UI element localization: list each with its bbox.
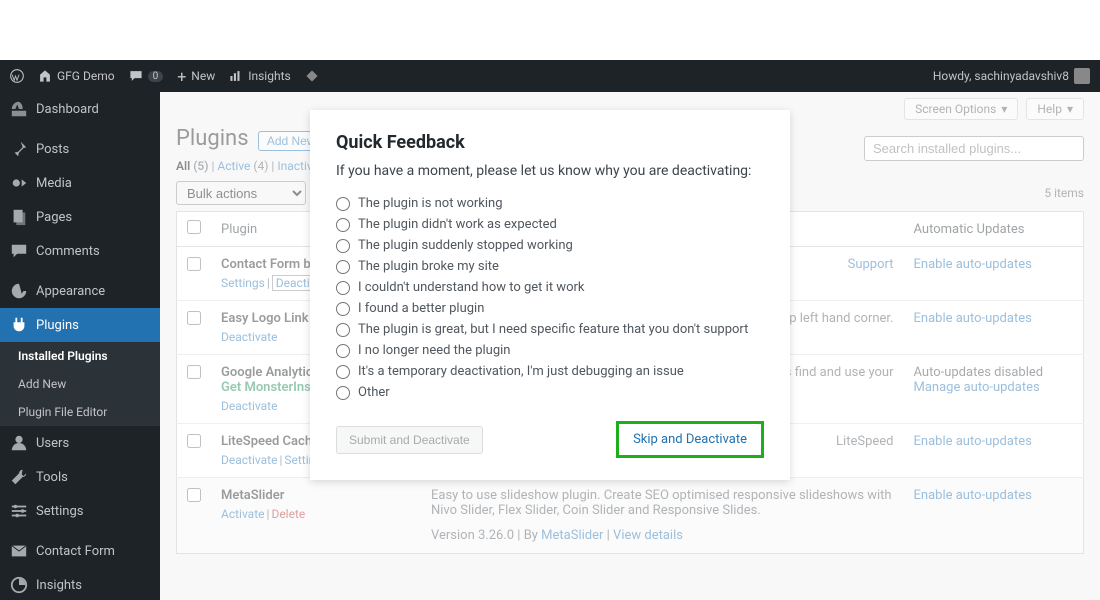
feedback-radio[interactable]	[336, 281, 350, 295]
sidebar-sub-installed[interactable]: Installed Plugins	[0, 342, 160, 370]
feedback-radio[interactable]	[336, 344, 350, 358]
pin-icon	[10, 140, 28, 158]
sidebar-item-tools[interactable]: Tools	[0, 460, 160, 494]
feedback-radio[interactable]	[336, 302, 350, 316]
sidebar-sub-editor[interactable]: Plugin File Editor	[0, 398, 160, 426]
sidebar-item-settings[interactable]: Settings	[0, 494, 160, 528]
appearance-icon	[10, 282, 28, 300]
modal-title: Quick Feedback	[336, 132, 764, 153]
sidebar-item-posts[interactable]: Posts	[0, 132, 160, 166]
sidebar-item-comments[interactable]: Comments	[0, 234, 160, 268]
feedback-option[interactable]: The plugin is great, but I need specific…	[336, 319, 764, 340]
users-icon	[10, 434, 28, 452]
feedback-option[interactable]: I couldn't understand how to get it work	[336, 277, 764, 298]
skip-deactivate-link[interactable]: Skip and Deactivate	[616, 421, 764, 458]
feedback-option[interactable]: The plugin didn't work as expected	[336, 214, 764, 235]
comments-link[interactable]: 0	[129, 69, 164, 83]
feedback-option[interactable]: Other	[336, 382, 764, 403]
diamond-icon[interactable]	[305, 69, 319, 83]
sidebar-sub-addnew[interactable]: Add New	[0, 370, 160, 398]
dashboard-icon	[10, 100, 28, 118]
feedback-radio[interactable]	[336, 365, 350, 379]
feedback-option[interactable]: I no longer need the plugin	[336, 340, 764, 361]
feedback-option[interactable]: The plugin suddenly stopped working	[336, 235, 764, 256]
admin-sidebar: Dashboard Posts Media Pages Comments App…	[0, 92, 160, 600]
plugins-icon	[10, 316, 28, 334]
feedback-modal: Quick Feedback If you have a moment, ple…	[310, 110, 790, 480]
sidebar-item-users[interactable]: Users	[0, 426, 160, 460]
pages-icon	[10, 208, 28, 226]
feedback-option[interactable]: It's a temporary deactivation, I'm just …	[336, 361, 764, 382]
new-content[interactable]: +New	[177, 67, 215, 86]
howdy[interactable]: Howdy, sachinyadavshiv8	[933, 68, 1090, 84]
feedback-radio[interactable]	[336, 386, 350, 400]
feedback-radio[interactable]	[336, 323, 350, 337]
comments-icon	[10, 242, 28, 260]
sidebar-item-appearance[interactable]: Appearance	[0, 274, 160, 308]
mail-icon	[10, 542, 28, 560]
feedback-radio[interactable]	[336, 260, 350, 274]
adminbar: GFG Demo 0 +New Insights Howdy, sachinya…	[0, 60, 1100, 92]
insights-icon	[10, 576, 28, 594]
avatar	[1074, 68, 1090, 84]
tools-icon	[10, 468, 28, 486]
site-name[interactable]: GFG Demo	[38, 69, 115, 83]
sidebar-item-dashboard[interactable]: Dashboard	[0, 92, 160, 126]
submit-deactivate-button[interactable]: Submit and Deactivate	[336, 426, 483, 454]
sidebar-item-pages[interactable]: Pages	[0, 200, 160, 234]
feedback-option[interactable]: The plugin broke my site	[336, 256, 764, 277]
feedback-option[interactable]: I found a better plugin	[336, 298, 764, 319]
wp-logo[interactable]	[10, 69, 24, 83]
feedback-radio[interactable]	[336, 197, 350, 211]
feedback-radio[interactable]	[336, 218, 350, 232]
media-icon	[10, 174, 28, 192]
sidebar-item-insights[interactable]: Insights	[0, 568, 160, 600]
feedback-radio[interactable]	[336, 239, 350, 253]
sidebar-item-media[interactable]: Media	[0, 166, 160, 200]
sidebar-item-plugins[interactable]: Plugins	[0, 308, 160, 342]
sidebar-item-contact[interactable]: Contact Form	[0, 534, 160, 568]
feedback-option[interactable]: The plugin is not working	[336, 193, 764, 214]
insights-link[interactable]: Insights	[229, 69, 290, 83]
modal-subtitle: If you have a moment, please let us know…	[336, 163, 764, 179]
settings-icon	[10, 502, 28, 520]
